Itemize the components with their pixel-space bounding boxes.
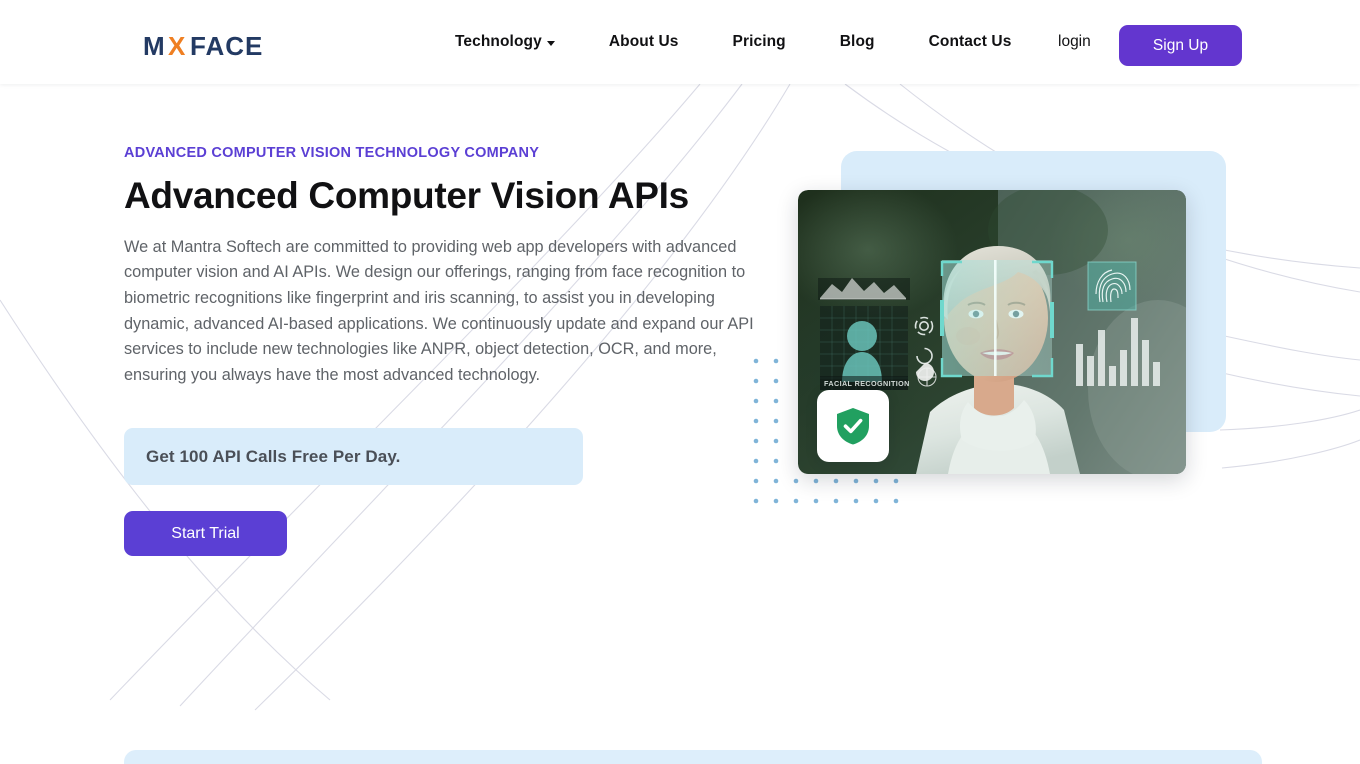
nav-label-technology: Technology [455,33,542,50]
nav-label-blog: Blog [839,33,875,50]
mxface-logo-icon: M X FACE [143,32,263,61]
start-trial-button[interactable]: Start Trial [124,511,287,556]
svg-text:X: X [168,32,186,61]
login-link[interactable]: login [1058,0,1091,84]
face-scan-frame [940,260,1054,378]
nav-item-pricing[interactable]: Pricing [733,33,786,51]
page-root: M X FACE Technology About Us Pricing Blo… [0,0,1360,764]
nav-item-technology[interactable]: Technology [455,33,555,51]
nav-item-about-us[interactable]: About Us [609,33,679,51]
shield-check-icon [837,408,869,445]
site-header: M X FACE Technology About Us Pricing Blo… [0,0,1360,84]
nav-label-about-us: About Us [608,33,679,50]
logo[interactable]: M X FACE [143,32,323,62]
chevron-down-icon [546,41,555,46]
page-title: Advanced Computer Vision APIs [124,175,689,216]
nav-item-contact-us[interactable]: Contact Us [929,33,1012,51]
next-section-panel [124,750,1262,764]
hero-eyebrow: ADVANCED COMPUTER VISION TECHNOLOGY COMP… [124,145,540,161]
promo-banner: Get 100 API Calls Free Per Day. [124,428,583,485]
security-badge [817,390,889,462]
hero-image-column: FACIAL RECOGNITION [740,140,1260,540]
nav-label-contact-us: Contact Us [928,33,1012,50]
hero-paragraph: We at Mantra Softech are committed to pr… [124,237,754,385]
fingerprint-overlay [1087,261,1137,311]
svg-text:FACE: FACE [190,32,263,61]
hud-facial-recognition-label: FACIAL RECOGNITION [824,379,910,388]
nav-item-blog[interactable]: Blog [840,33,875,51]
nav-label-pricing: Pricing [732,33,786,50]
sign-up-button[interactable]: Sign Up [1119,25,1242,66]
hero-text-column: ADVANCED COMPUTER VISION TECHNOLOGY COMP… [124,145,774,556]
svg-text:M: M [143,32,166,61]
promo-banner-text: Get 100 API Calls Free Per Day. [146,446,401,466]
main-navigation: Technology About Us Pricing Blog Contact… [455,0,1011,84]
